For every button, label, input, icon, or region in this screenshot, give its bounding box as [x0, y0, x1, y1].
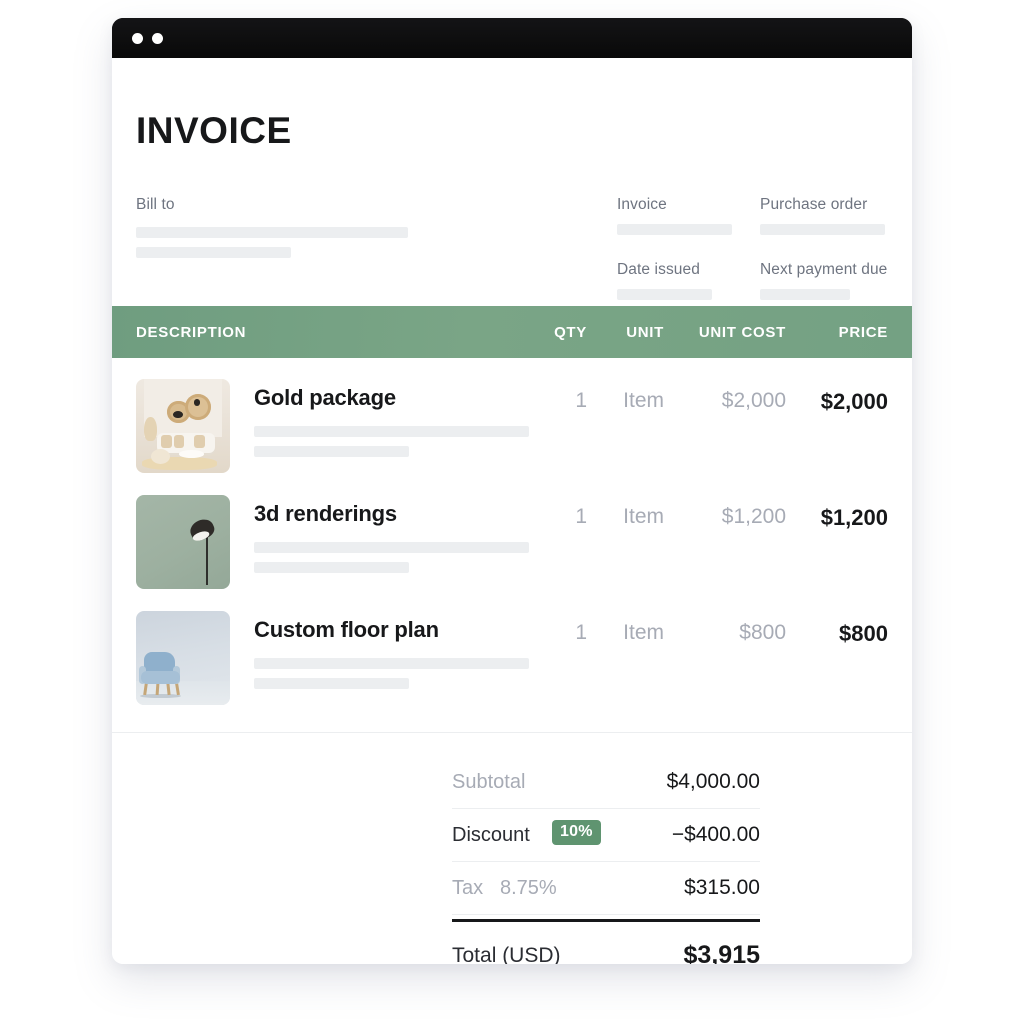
- discount-value: −$400.00: [671, 823, 760, 846]
- tax-rate: 8.75%: [500, 877, 557, 899]
- meta-field-date-issued: Date issued: [617, 261, 760, 300]
- meta-value-placeholder-invoice: [617, 224, 732, 235]
- line-item-qty: 1: [575, 505, 587, 528]
- line-item-thumbnail-gold-package: [136, 379, 230, 473]
- totals-row-tax: Tax 8.75% $315.00: [452, 862, 760, 915]
- line-item-price: $1,200: [820, 505, 888, 530]
- line-item-unit-cost: $800: [739, 621, 786, 644]
- meta-value-placeholder-date-issued: [617, 289, 712, 300]
- window-titlebar: [112, 18, 912, 58]
- totals-block: Subtotal $4,000.00 Discount 10% −$400.00…: [452, 756, 760, 964]
- total-value: $3,915: [683, 941, 760, 964]
- line-item-description-placeholder: [254, 658, 529, 689]
- line-item-placeholder-line-1: [254, 542, 529, 553]
- line-item-qty: 1: [575, 621, 587, 644]
- subtotal-value: $4,000.00: [666, 770, 760, 793]
- meta-value-placeholder-next-payment-due: [760, 289, 850, 300]
- meta-value-placeholder-purchase-order: [760, 224, 885, 235]
- discount-badge: 10%: [552, 820, 601, 845]
- subtotal-label: Subtotal: [452, 771, 526, 793]
- column-header-price: PRICE: [838, 324, 888, 341]
- page-root: INVOICE Bill to Invoice Purchase order D…: [0, 0, 1024, 1024]
- window-dot-2-icon[interactable]: [152, 33, 163, 44]
- line-item-qty: 1: [575, 389, 587, 412]
- line-items-table-header: DESCRIPTION QTY UNIT UNIT COST PRICE: [112, 306, 912, 358]
- window-dot-1-icon[interactable]: [132, 33, 143, 44]
- table-row[interactable]: Custom floor plan 1 Item $800 $800: [112, 590, 912, 706]
- line-item-thumbnail-custom-floor-plan: [136, 611, 230, 705]
- bill-to-block: Bill to: [136, 196, 436, 258]
- line-item-placeholder-line-2: [254, 562, 409, 573]
- browser-window-card: INVOICE Bill to Invoice Purchase order D…: [112, 18, 912, 964]
- tax-label: Tax: [452, 877, 484, 899]
- line-item-placeholder-line-1: [254, 658, 529, 669]
- total-label: Total (USD): [452, 944, 561, 964]
- totals-row-subtotal: Subtotal $4,000.00: [452, 756, 760, 809]
- line-item-description-placeholder: [254, 426, 529, 457]
- meta-field-invoice: Invoice: [617, 196, 760, 235]
- tax-value: $315.00: [684, 876, 760, 899]
- line-item-unit: Item: [623, 389, 664, 412]
- bill-to-label: Bill to: [136, 196, 175, 213]
- line-item-description-placeholder: [254, 542, 529, 573]
- meta-field-next-payment-due: Next payment due: [760, 261, 907, 300]
- table-totals-divider: [112, 732, 912, 733]
- line-item-thumbnail-3d-renderings: [136, 495, 230, 589]
- meta-label-invoice: Invoice: [617, 196, 667, 213]
- page-title: INVOICE: [136, 110, 292, 151]
- line-item-placeholder-line-1: [254, 426, 529, 437]
- line-items-list: Gold package 1 Item $2,000 $2,000 3d ren…: [112, 358, 912, 706]
- column-header-unit: UNIT: [626, 324, 664, 341]
- meta-label-next-payment-due: Next payment due: [760, 261, 888, 278]
- line-item-title: Custom floor plan: [254, 617, 439, 642]
- line-item-unit-cost: $2,000: [721, 389, 786, 412]
- line-item-unit: Item: [623, 621, 664, 644]
- invoice-meta-grid: Invoice Purchase order Date issued Next …: [617, 196, 907, 300]
- line-item-placeholder-line-2: [254, 446, 409, 457]
- line-item-unit-cost: $1,200: [721, 505, 786, 528]
- totals-row-discount: Discount 10% −$400.00: [452, 809, 760, 862]
- totals-row-total: Total (USD) $3,915: [452, 922, 760, 964]
- column-header-qty: QTY: [554, 324, 587, 341]
- discount-label: Discount: [452, 824, 530, 846]
- meta-label-purchase-order: Purchase order: [760, 196, 868, 213]
- line-item-title: 3d renderings: [254, 501, 397, 526]
- meta-label-date-issued: Date issued: [617, 261, 700, 278]
- bill-to-placeholder-line-1: [136, 227, 408, 238]
- line-item-placeholder-line-2: [254, 678, 409, 689]
- line-item-unit: Item: [623, 505, 664, 528]
- column-header-description: DESCRIPTION: [136, 324, 247, 341]
- line-item-price: $800: [839, 621, 888, 646]
- line-item-price: $2,000: [820, 389, 888, 414]
- table-row[interactable]: 3d renderings 1 Item $1,200 $1,200: [112, 474, 912, 590]
- invoice-sheet: INVOICE Bill to Invoice Purchase order D…: [112, 58, 912, 964]
- meta-field-purchase-order: Purchase order: [760, 196, 907, 235]
- line-item-title: Gold package: [254, 385, 396, 410]
- table-row[interactable]: Gold package 1 Item $2,000 $2,000: [112, 358, 912, 474]
- bill-to-placeholder-line-2: [136, 247, 291, 258]
- column-header-unit-cost: UNIT COST: [698, 324, 786, 341]
